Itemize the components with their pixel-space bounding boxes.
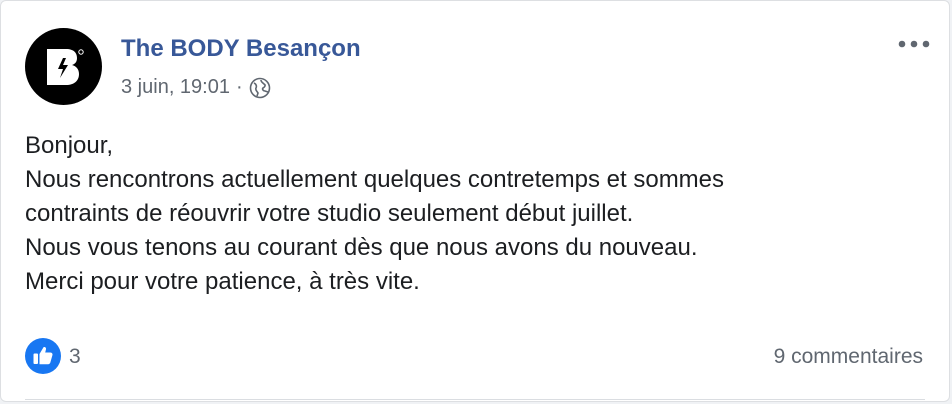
like-reaction-icon[interactable] (25, 338, 61, 374)
page-avatar[interactable] (25, 28, 102, 105)
post-body: Bonjour, Nous rencontrons actuellement q… (25, 129, 925, 299)
post-timestamp-link[interactable]: 3 juin, 19:01 (121, 76, 230, 99)
comments-count-link[interactable]: 9 commentaires (774, 345, 923, 369)
more-options-button[interactable] (894, 31, 934, 57)
body-logo (47, 49, 84, 85)
reaction-count[interactable]: 3 (69, 345, 81, 369)
post-text-line: Nous vous tenons au courant dès que nous… (25, 234, 698, 261)
divider (25, 399, 925, 400)
post-text-line: Merci pour votre patience, à très vite. (25, 268, 420, 295)
post-text-line: Nous rencontrons actuellement quelques c… (25, 166, 725, 193)
post-card: The BODY Besançon 3 juin, 19:01 · Bonjou… (0, 0, 950, 402)
author-name-link[interactable]: The BODY Besançon (121, 35, 361, 63)
post-meta: 3 juin, 19:01 · (121, 76, 271, 99)
globe-icon[interactable] (249, 77, 271, 99)
ellipsis-icon (898, 40, 930, 48)
post-text-line: contraints de réouvrir votre studio seul… (25, 200, 634, 227)
post-text-line: Bonjour, (25, 132, 114, 159)
thumbs-up-icon (33, 347, 53, 365)
meta-separator: · (235, 76, 243, 98)
